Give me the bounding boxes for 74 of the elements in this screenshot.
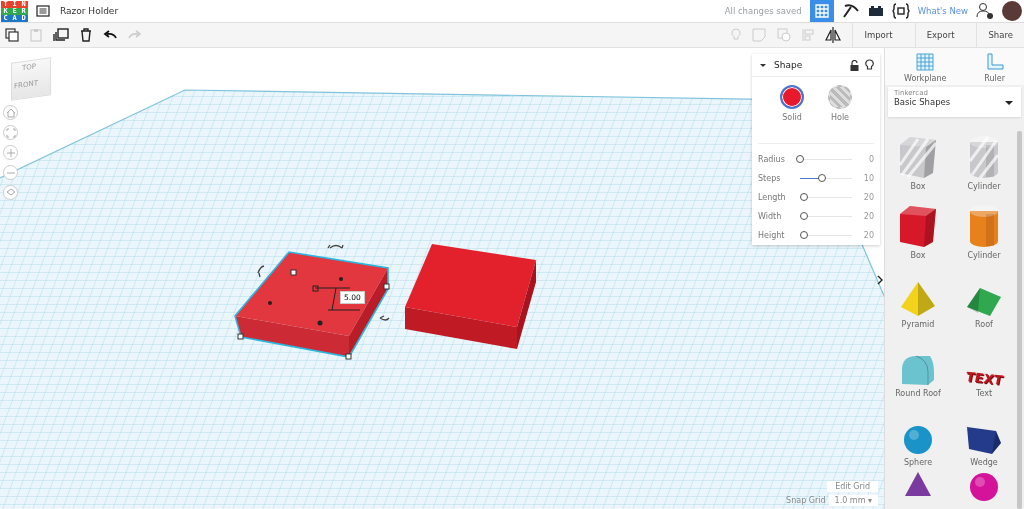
sphere-shape-icon[interactable] [903,425,933,455]
caret-icon [1005,100,1013,106]
slider-thumb[interactable] [817,174,826,182]
lock-icon[interactable] [850,59,859,71]
toolbar-action-button[interactable]: Share [976,23,1024,47]
inspector-title: Shape [774,60,803,70]
add-user-icon[interactable] [976,2,994,20]
chevron-right-icon [877,275,883,285]
slider-thumb[interactable] [800,193,809,201]
mode-label: Hole [830,113,850,122]
save-status: All changes saved [724,6,802,16]
perspective-icon [5,187,16,198]
shape-label: Roof [975,320,993,329]
parameter-value: 0 [867,155,874,164]
trash-icon[interactable] [80,28,92,42]
text-shape-icon[interactable]: TEXT [965,369,1003,388]
copy-icon[interactable] [5,28,19,42]
slider-thumb[interactable] [796,155,804,163]
code-blocks-icon[interactable] [891,3,910,19]
shape-label: Box [910,182,926,191]
snap-grid-label: Snap Grid [786,496,826,505]
fit-view-icon [5,127,16,138]
scrollbar[interactable] [1017,131,1022,509]
user-avatar[interactable] [1002,1,1022,21]
parameter-label: Radius [758,155,786,164]
parameter-value: 10 [862,174,874,183]
shape-label: Cylinder [967,182,1001,191]
cone-shape-icon[interactable] [903,472,933,496]
wedge-shape-icon[interactable] [966,425,1002,455]
parameter-label: Steps [758,174,782,183]
list-icon[interactable] [36,5,50,17]
shape-label: Cylinder [967,251,1001,260]
slider-thumb[interactable] [800,231,809,239]
snap-grid-dropdown[interactable]: 1.0 mm ▾ [828,495,878,506]
solid-color-swatch[interactable] [780,85,804,109]
shape-label: Wedge [970,458,998,467]
grid-icon [814,4,829,18]
slider-thumb[interactable] [800,212,809,220]
edit-grid-button[interactable]: Edit Grid [827,481,878,492]
brick-icon[interactable] [867,5,884,17]
toolbar-action-button[interactable]: Import [852,23,904,47]
lightbulb-icon[interactable] [865,59,874,71]
parameter-label: Width [758,212,783,221]
parameter-value: 20 [862,193,874,202]
document-title[interactable]: Razor Holder [60,6,119,16]
shape-label: Text [975,389,993,398]
parameter-label: Length [758,193,787,202]
shape-label: Sphere [903,458,933,467]
shape-label: Box [910,251,926,260]
home-icon [5,107,16,118]
rotate-handle-icon[interactable] [379,315,390,321]
box-shape-icon[interactable] [898,204,938,248]
duplicate-icon[interactable] [53,28,69,42]
shape-label: Pyramid [901,320,935,329]
grid-view-button[interactable] [809,0,834,22]
parameter-label: Height [758,231,786,240]
undo-icon[interactable] [103,30,117,40]
roof-shape-icon[interactable] [966,287,1002,317]
sphere-shape-icon[interactable] [969,472,999,502]
shape-label: Round Roof [895,389,941,398]
hole-swatch[interactable] [828,85,852,109]
tool-label[interactable]: Workplane [903,74,947,83]
tool-label[interactable]: Ruler [984,74,1006,83]
selected-box-drawing[interactable] [234,251,390,360]
parameter-value: 20 [862,231,874,240]
whats-new-link[interactable]: What's New [917,6,968,16]
mode-label: Solid [782,113,802,122]
rotate-handle-icon[interactable] [257,265,265,278]
pickaxe-icon[interactable] [841,3,860,19]
mirror-icon[interactable] [825,27,842,43]
rotate-handle-icon[interactable] [327,244,344,249]
parameter-value: 20 [862,212,874,221]
plus-icon [5,147,16,158]
toolbar-action-button[interactable]: Export [914,23,966,47]
